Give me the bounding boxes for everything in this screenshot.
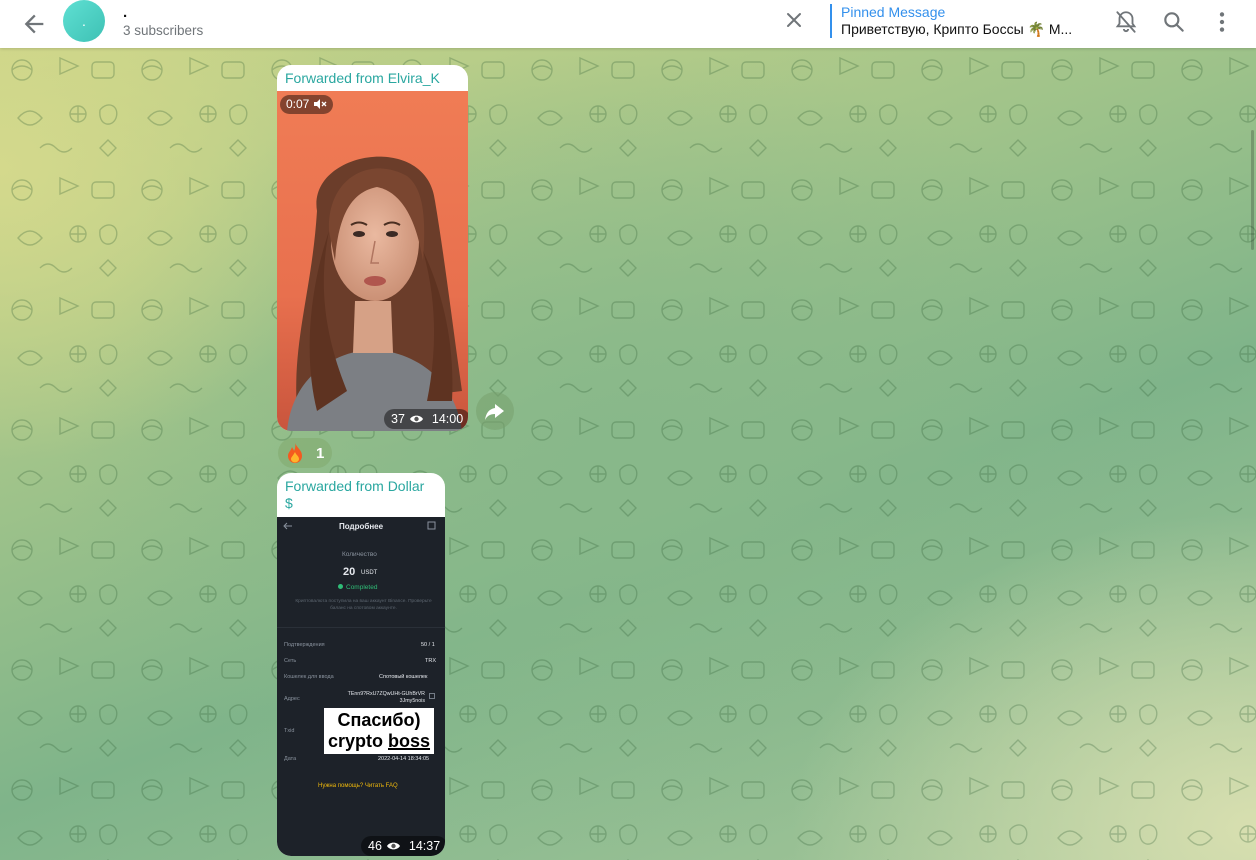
video-duration: 0:07 [286, 97, 310, 111]
message-meta: 37 14:00 [384, 409, 468, 429]
forwarded-from-label[interactable]: Forwarded from Elvira_K [277, 65, 468, 87]
message-meta: 46 14:37 [361, 836, 445, 856]
search-icon[interactable] [1161, 9, 1187, 35]
close-pinned-icon[interactable] [782, 8, 806, 32]
pinned-message-text: Приветствую, Крипто Боссы 🌴 М... [841, 21, 1073, 37]
row-value: 50 / 1 [421, 642, 435, 648]
chat-header: . . 3 subscribers Pinned Message Приветс… [0, 0, 1256, 48]
reaction-chip[interactable]: 1 [278, 438, 332, 468]
transaction-screenshot[interactable]: Подробнее Количество 20 USDT Completed К… [277, 517, 445, 856]
pinned-message-label: Pinned Message [841, 4, 946, 20]
help-faq-link: Нужна помощь? Читать FAQ [318, 783, 398, 789]
amount-label: Количество [342, 551, 377, 558]
thanks-sticker: Спасибо) crypto boss [324, 708, 434, 754]
row-value: Спотовый кошелек [379, 674, 428, 680]
video-thumbnail[interactable]: 0:07 37 14:00 [277, 91, 468, 431]
eye-icon [409, 415, 423, 423]
row-label: Подтверждения [284, 642, 325, 648]
row-value: 2022-04-14 18:34:05 [378, 756, 430, 762]
view-count: 37 [391, 412, 405, 426]
channel-title[interactable]: . [123, 4, 127, 21]
sticker-line-2: crypto boss [327, 731, 431, 751]
row-value: TEnn9?RxU7ZQwUHt-GUhBrVR 3Jmy5nois [347, 691, 425, 704]
share-arrow-icon [485, 404, 504, 420]
fire-emoji-icon [288, 443, 302, 463]
row-value: TRX [425, 658, 436, 664]
sticker-line-1: Спасибо) [337, 710, 421, 730]
message-time: 14:00 [431, 412, 464, 426]
row-label: Txid [284, 728, 295, 734]
forwarded-from-label[interactable]: Forwarded from Dollar $ [277, 473, 437, 512]
deposit-note: Криптовалюта поступила на ваш аккаунт Bi… [295, 599, 432, 611]
message-time: 14:37 [408, 839, 441, 853]
copy-icon [429, 693, 435, 699]
view-count: 46 [368, 839, 382, 853]
amount-currency: USDT [361, 570, 378, 576]
share-button[interactable] [476, 392, 514, 430]
screenshot-title: Подробнее [339, 522, 384, 531]
eye-icon [386, 842, 400, 850]
back-arrow-icon [283, 522, 292, 530]
pinned-message[interactable]: Pinned Message Приветствую, Крипто Боссы… [830, 4, 1080, 38]
row-label: Кошелек для ввода [284, 674, 334, 680]
muted-speaker-icon[interactable] [313, 99, 327, 109]
back-arrow-icon[interactable] [20, 10, 48, 38]
subscriber-count: 3 subscribers [123, 23, 204, 38]
row-label: Дата [284, 756, 297, 762]
row-label: Адрес [284, 696, 300, 702]
more-options-icon[interactable] [1209, 9, 1235, 35]
check-circle-icon [338, 584, 343, 589]
amount-value: 20 [343, 566, 356, 578]
document-icon [427, 521, 436, 530]
divider [277, 627, 445, 628]
row-label: Сеть [284, 658, 297, 664]
background-doodle-pattern [0, 48, 1256, 860]
channel-avatar[interactable]: . [63, 0, 105, 42]
video-frame-image [277, 91, 468, 431]
video-message[interactable]: Forwarded from Elvira_K 0:07 37 14:00 [277, 65, 468, 431]
mute-bell-icon[interactable] [1113, 9, 1139, 35]
status-completed: Completed [338, 584, 377, 591]
image-message[interactable]: Forwarded from Dollar $ Подробнее Количе… [277, 473, 445, 856]
video-duration-badge: 0:07 [280, 95, 333, 114]
scrollbar-thumb[interactable] [1251, 130, 1254, 250]
reaction-count: 1 [316, 444, 325, 462]
